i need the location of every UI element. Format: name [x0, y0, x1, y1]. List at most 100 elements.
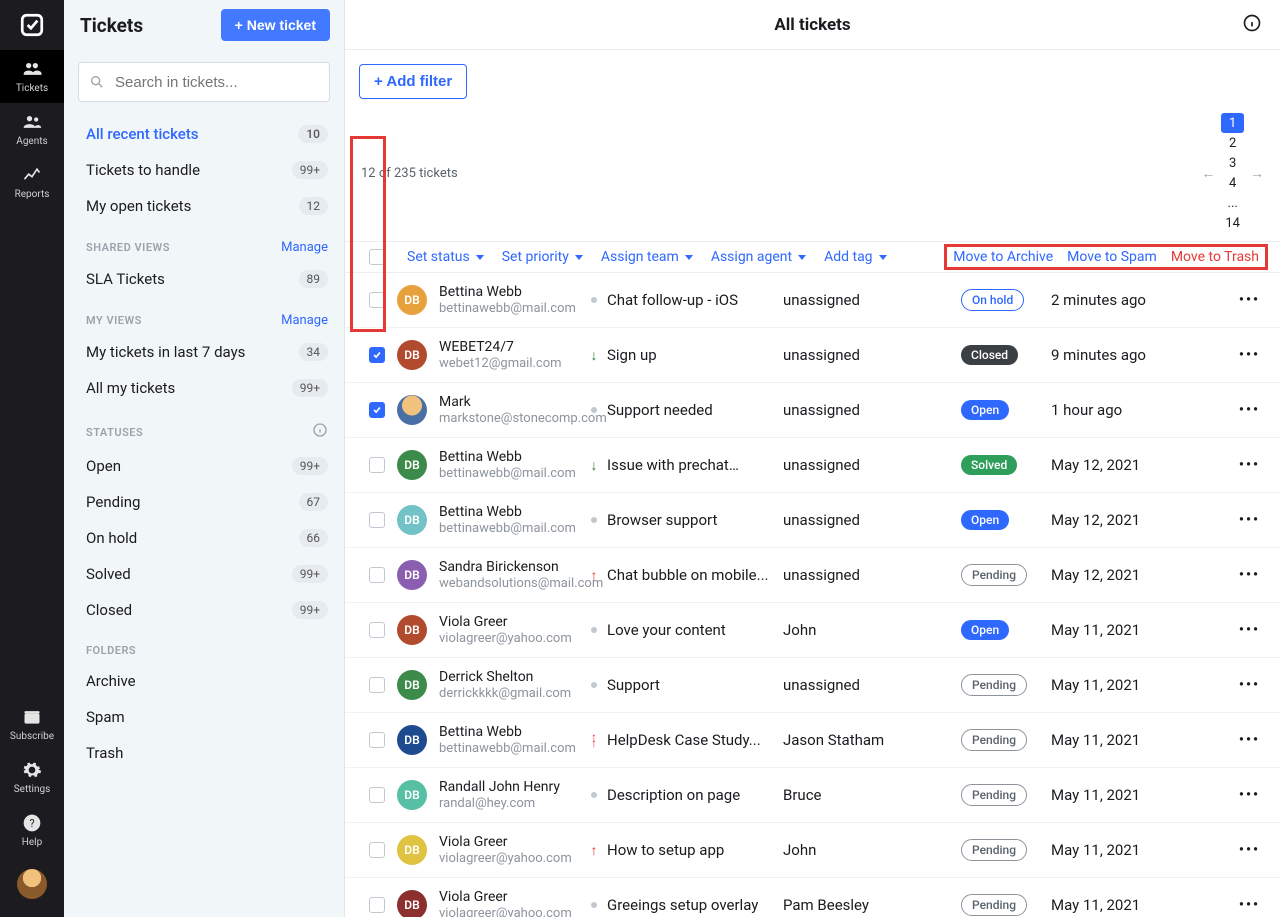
table-row[interactable]: DBRandall John Henryrandal@hey.comDescri…: [345, 768, 1280, 823]
bulk-assign-team[interactable]: Assign team: [593, 249, 701, 265]
select-all-checkbox[interactable]: [369, 249, 385, 265]
chevron-down-icon: [685, 255, 693, 260]
page-next-icon[interactable]: →: [1250, 165, 1264, 182]
priority-dot-icon: [591, 792, 597, 798]
ticket-subject: How to setup app: [607, 841, 724, 859]
row-checkbox[interactable]: [369, 567, 385, 583]
status-badge: Open: [961, 510, 1009, 530]
nav-status-pending[interactable]: Pending67: [64, 484, 344, 520]
nav-status-open[interactable]: Open99+: [64, 448, 344, 484]
bulk-set-status[interactable]: Set status: [399, 249, 492, 265]
priority-dot-icon: [591, 297, 597, 303]
manage-shared-views[interactable]: Manage: [281, 240, 328, 255]
nav-all-recent[interactable]: All recent tickets10: [64, 116, 344, 152]
row-checkbox[interactable]: [369, 677, 385, 693]
page-1[interactable]: 1: [1221, 113, 1244, 133]
row-more-icon[interactable]: •••: [1239, 457, 1268, 473]
row-checkbox[interactable]: [369, 622, 385, 638]
row-more-icon[interactable]: •••: [1239, 622, 1268, 638]
row-more-icon[interactable]: •••: [1239, 512, 1268, 528]
bulk-assign-agent[interactable]: Assign agent: [703, 249, 814, 265]
rail-subscribe[interactable]: Subscribe: [0, 698, 64, 751]
page-2[interactable]: 2: [1221, 133, 1244, 153]
table-row[interactable]: DBDerrick Sheltonderrickkkk@gmail.comSup…: [345, 658, 1280, 713]
bulk-move-spam[interactable]: Move to Spam: [1067, 249, 1157, 265]
table-row[interactable]: DBBettina Webbbettinawebb@mail.com↑↑Help…: [345, 713, 1280, 768]
nav-to-handle[interactable]: Tickets to handle99+: [64, 152, 344, 188]
table-row[interactable]: DBViola Greerviolagreer@yahoo.comGreeing…: [345, 878, 1280, 917]
table-row[interactable]: DBBettina Webbbettinawebb@mail.comChat f…: [345, 273, 1280, 328]
row-more-icon[interactable]: •••: [1239, 842, 1268, 858]
status-badge: Pending: [961, 839, 1027, 861]
rail-agents[interactable]: Agents: [0, 103, 64, 156]
search-input-wrap[interactable]: [78, 62, 330, 102]
nav-my-open[interactable]: My open tickets12: [64, 188, 344, 224]
bulk-move-trash[interactable]: Move to Trash: [1171, 249, 1259, 265]
info-icon[interactable]: [1242, 13, 1262, 37]
ticket-subject: Love your content: [607, 621, 726, 639]
nav-folder-archive[interactable]: Archive: [64, 663, 344, 699]
pagination: ← 1234...14 →: [1201, 113, 1264, 233]
row-checkbox[interactable]: [369, 842, 385, 858]
table-row[interactable]: DBWEBET24/7webet12@gmail.com↓Sign upunas…: [345, 328, 1280, 383]
row-checkbox[interactable]: [369, 512, 385, 528]
assignee: unassigned: [783, 676, 961, 694]
nav-status-solved[interactable]: Solved99+: [64, 556, 344, 592]
table-row[interactable]: DBViola Greerviolagreer@yahoo.com↑How to…: [345, 823, 1280, 878]
row-checkbox[interactable]: [369, 897, 385, 913]
row-checkbox[interactable]: [369, 292, 385, 308]
nav-status-onhold[interactable]: On hold66: [64, 520, 344, 556]
rail-tickets[interactable]: Tickets: [0, 50, 64, 103]
ticket-time: May 11, 2021: [1051, 841, 1181, 859]
row-checkbox[interactable]: [369, 347, 385, 363]
requester-name: Derrick Shelton: [439, 669, 571, 686]
ticket-subject: Chat follow-up - iOS: [607, 291, 738, 309]
nav-all-mine[interactable]: All my tickets99+: [64, 370, 344, 406]
page-3[interactable]: 3: [1221, 153, 1244, 173]
table-row[interactable]: DBBettina Webbbettinawebb@mail.comBrowse…: [345, 493, 1280, 548]
statuses-info-icon[interactable]: [312, 422, 328, 442]
assignee: Bruce: [783, 786, 961, 804]
row-checkbox[interactable]: [369, 787, 385, 803]
nav-last-7[interactable]: My tickets in last 7 days34: [64, 334, 344, 370]
rail-reports[interactable]: Reports: [0, 156, 64, 209]
avatar: DB: [397, 505, 427, 535]
row-more-icon[interactable]: •••: [1239, 787, 1268, 803]
nav-status-closed[interactable]: Closed99+: [64, 592, 344, 628]
row-more-icon[interactable]: •••: [1239, 347, 1268, 363]
bulk-add-tag[interactable]: Add tag: [816, 249, 894, 265]
avatar: DB: [397, 890, 427, 917]
page-prev-icon[interactable]: ←: [1201, 165, 1215, 182]
page-14[interactable]: 14: [1221, 213, 1244, 233]
priority-dot-icon: [591, 627, 597, 633]
row-more-icon[interactable]: •••: [1239, 677, 1268, 693]
rail-settings[interactable]: Settings: [0, 751, 64, 804]
new-ticket-button[interactable]: + New ticket: [221, 9, 330, 41]
ticket-subject: Support: [607, 676, 660, 694]
bulk-set-priority[interactable]: Set priority: [494, 249, 591, 265]
row-more-icon[interactable]: •••: [1239, 567, 1268, 583]
row-more-icon[interactable]: •••: [1239, 292, 1268, 308]
table-row[interactable]: DBViola Greerviolagreer@yahoo.comLove yo…: [345, 603, 1280, 658]
priority-dot-icon: [591, 407, 597, 413]
nav-folder-trash[interactable]: Trash: [64, 735, 344, 771]
rail-help[interactable]: ? Help: [0, 804, 64, 857]
row-checkbox[interactable]: [369, 457, 385, 473]
add-filter-button[interactable]: + Add filter: [359, 64, 467, 99]
row-checkbox[interactable]: [369, 732, 385, 748]
row-checkbox[interactable]: [369, 402, 385, 418]
table-row[interactable]: DBBettina Webbbettinawebb@mail.com↓Issue…: [345, 438, 1280, 493]
nav-sla-tickets[interactable]: SLA Tickets89: [64, 261, 344, 297]
current-user-avatar[interactable]: [17, 869, 47, 899]
chevron-down-icon: [879, 255, 887, 260]
bulk-move-archive[interactable]: Move to Archive: [953, 249, 1053, 265]
page-4[interactable]: 4: [1221, 173, 1244, 193]
search-input[interactable]: [115, 74, 319, 91]
row-more-icon[interactable]: •••: [1239, 897, 1268, 913]
row-more-icon[interactable]: •••: [1239, 402, 1268, 418]
table-row[interactable]: Markmarkstone@stonecomp.comSupport neede…: [345, 383, 1280, 438]
table-row[interactable]: DBSandra Birickensonwebandsolutions@mail…: [345, 548, 1280, 603]
nav-folder-spam[interactable]: Spam: [64, 699, 344, 735]
row-more-icon[interactable]: •••: [1239, 732, 1268, 748]
manage-my-views[interactable]: Manage: [281, 313, 328, 328]
